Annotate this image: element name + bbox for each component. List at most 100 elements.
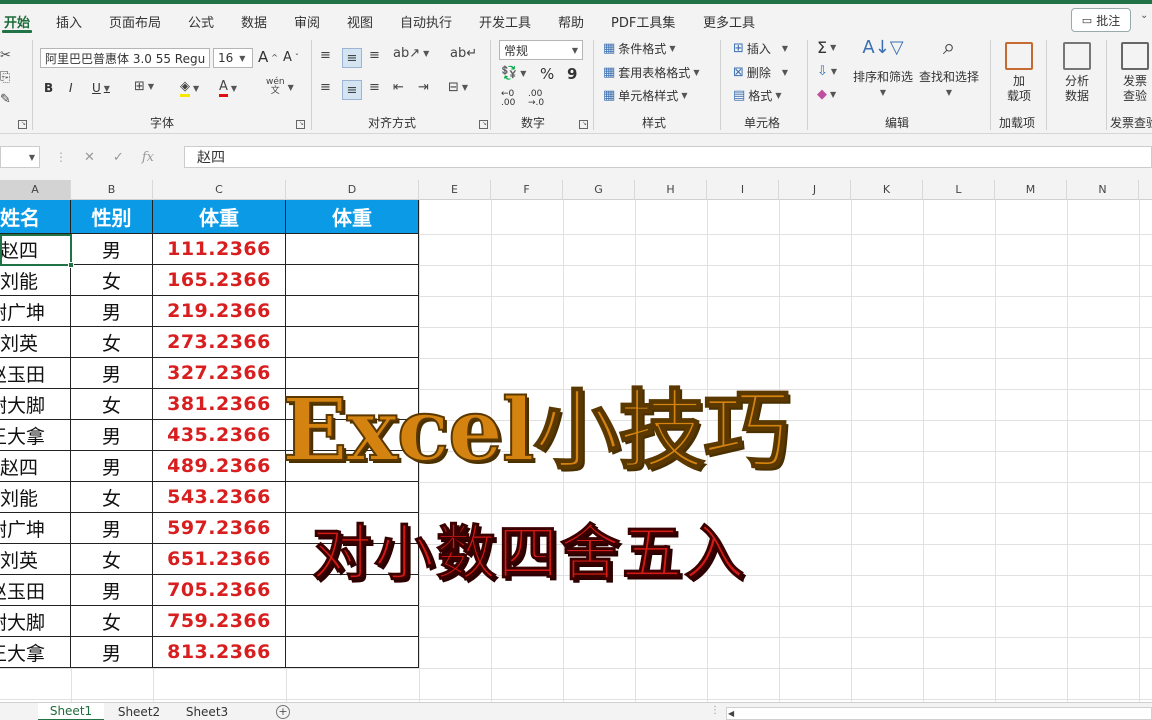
cell-gender[interactable]: 男 xyxy=(71,358,153,389)
column-header-i[interactable]: I xyxy=(707,180,779,200)
tab-more-tools[interactable]: 更多工具 xyxy=(703,12,755,31)
cell-name[interactable]: 谢广坤 xyxy=(0,513,71,544)
alignment-launcher-icon[interactable]: ↘ xyxy=(479,120,488,129)
decrease-indent-icon[interactable]: ⇤ xyxy=(393,80,404,95)
increase-decimal-icon[interactable]: ←0.00 xyxy=(501,90,515,108)
borders-icon[interactable]: ⊞ ▼ xyxy=(134,79,154,94)
invoice-check-button[interactable]: 发票 查验 xyxy=(1113,42,1152,104)
percent-style-icon[interactable]: % xyxy=(540,65,554,83)
sort-filter-button[interactable]: A↓▽ 排序和筛选 ▼ xyxy=(852,39,914,100)
format-painter-icon[interactable]: ✎ xyxy=(0,92,11,107)
font-size-select[interactable]: 16 ▼ xyxy=(213,48,253,68)
confirm-entry-icon[interactable]: ✓ xyxy=(113,150,124,165)
tab-insert[interactable]: 插入 xyxy=(56,12,82,31)
column-header-l[interactable]: L xyxy=(923,180,995,200)
accounting-format-icon[interactable]: 💱 ▼ xyxy=(501,66,526,81)
cell-name[interactable]: 王大拿 xyxy=(0,420,71,451)
cell-weight[interactable]: 597.2366 xyxy=(153,513,286,544)
cell-name[interactable]: 刘能 xyxy=(0,482,71,513)
underline-icon[interactable]: U ▼ xyxy=(92,81,110,95)
cell-weight[interactable]: 435.2366 xyxy=(153,420,286,451)
phonetic-guide-icon[interactable]: wén 文 ▼ xyxy=(266,78,294,96)
clear-icon[interactable]: ◆ ▼ xyxy=(817,87,836,102)
tab-automate[interactable]: 自动执行 xyxy=(400,12,452,31)
grow-font-button[interactable]: A ^ xyxy=(258,48,278,66)
cell-weight[interactable]: 327.2366 xyxy=(153,358,286,389)
delete-cells-button[interactable]: ⊠ 删除 ▼ xyxy=(733,64,788,81)
cell-weight[interactable]: 273.2366 xyxy=(153,327,286,358)
scroll-left-icon[interactable]: ◀ xyxy=(728,707,738,720)
align-center-icon[interactable]: ≡ xyxy=(342,80,362,100)
column-header-c[interactable]: C xyxy=(153,180,286,200)
cell-name[interactable]: 赵四 xyxy=(0,234,71,265)
cancel-entry-icon[interactable]: ✕ xyxy=(84,150,95,165)
tab-view[interactable]: 视图 xyxy=(347,12,373,31)
cell-gender[interactable]: 女 xyxy=(71,482,153,513)
cell-gender[interactable]: 男 xyxy=(71,513,153,544)
increase-indent-icon[interactable]: ⇥ xyxy=(418,80,429,95)
cut-icon[interactable]: ✂ xyxy=(0,48,11,63)
cell-weight[interactable]: 543.2366 xyxy=(153,482,286,513)
cell-weight[interactable]: 165.2366 xyxy=(153,265,286,296)
cell-weight[interactable]: 813.2366 xyxy=(153,637,286,668)
cell-name[interactable]: 赵玉田 xyxy=(0,575,71,606)
autosum-icon[interactable]: Σ ▼ xyxy=(817,38,836,57)
sheet-tab-1[interactable]: Sheet1 xyxy=(38,703,104,720)
cell-gender[interactable]: 男 xyxy=(71,637,153,668)
sheet-tab-2[interactable]: Sheet2 xyxy=(106,703,172,720)
format-cells-button[interactable]: ▤ 格式 ▼ xyxy=(733,87,781,104)
addins-button[interactable]: 加 载项 xyxy=(998,42,1040,104)
cell-weight-rounded[interactable] xyxy=(286,234,419,265)
merge-center-icon[interactable]: ⊟ ▼ xyxy=(448,80,468,95)
cell-name[interactable]: 刘英 xyxy=(0,327,71,358)
cell-weight-rounded[interactable] xyxy=(286,265,419,296)
align-top-icon[interactable]: ≡ xyxy=(320,48,331,63)
cell-name[interactable]: 刘能 xyxy=(0,265,71,296)
tab-formulas[interactable]: 公式 xyxy=(188,12,214,31)
cell-weight[interactable]: 381.2366 xyxy=(153,389,286,420)
tab-help[interactable]: 帮助 xyxy=(558,12,584,31)
cell-weight[interactable]: 111.2366 xyxy=(153,234,286,265)
formula-input[interactable]: 赵四 xyxy=(184,146,1152,168)
insert-cells-button[interactable]: ⊞ 插入 ▼ xyxy=(733,40,788,57)
analyze-data-button[interactable]: 分析 数据 xyxy=(1055,42,1099,104)
split-grip-icon[interactable]: ⋮ xyxy=(710,705,720,716)
cell-name[interactable]: 谢广坤 xyxy=(0,296,71,327)
format-as-table-button[interactable]: ▦ 套用表格格式 ▼ xyxy=(603,64,699,81)
horizontal-scrollbar[interactable] xyxy=(726,707,1152,720)
comments-button[interactable]: ▭ 批注 xyxy=(1071,8,1131,32)
cell-gender[interactable]: 男 xyxy=(71,420,153,451)
fill-color-icon[interactable]: ◈ ▼ xyxy=(180,79,199,97)
cell-gender[interactable]: 男 xyxy=(71,296,153,327)
tab-developer[interactable]: 开发工具 xyxy=(479,12,531,31)
cell-weight-rounded[interactable] xyxy=(286,327,419,358)
tab-page-layout[interactable]: 页面布局 xyxy=(109,12,161,31)
cell-name[interactable]: 赵四 xyxy=(0,451,71,482)
cell-styles-button[interactable]: ▦ 单元格样式 ▼ xyxy=(603,87,687,104)
align-bottom-icon[interactable]: ≡ xyxy=(369,48,380,63)
fill-icon[interactable]: ⇩ ▼ xyxy=(817,64,837,79)
column-header-b[interactable]: B xyxy=(71,180,153,200)
copy-icon[interactable]: ⎘ xyxy=(0,70,10,85)
cell-weight-rounded[interactable] xyxy=(286,296,419,327)
align-middle-icon[interactable]: ≡ xyxy=(342,48,362,68)
tab-home[interactable]: 开始 xyxy=(4,12,30,31)
cell-gender[interactable]: 男 xyxy=(71,451,153,482)
font-name-select[interactable]: 阿里巴巴普惠体 3.0 55 Regu xyxy=(40,48,210,68)
font-launcher-icon[interactable]: ↘ xyxy=(296,120,305,129)
find-select-button[interactable]: ⌕ 查找和选择 ▼ xyxy=(918,37,980,100)
cell-weight[interactable]: 219.2366 xyxy=(153,296,286,327)
sheet-tab-3[interactable]: Sheet3 xyxy=(174,703,240,720)
font-color-icon[interactable]: A ▼ xyxy=(219,79,237,97)
header-weight[interactable]: 体重 xyxy=(153,200,286,234)
column-header-n[interactable]: N xyxy=(1067,180,1139,200)
conditional-format-button[interactable]: ▦ 条件格式 ▼ xyxy=(603,40,675,57)
cell-name[interactable]: 谢大脚 xyxy=(0,389,71,420)
tab-review[interactable]: 审阅 xyxy=(294,12,320,31)
orientation-icon[interactable]: ab↗ ▼ xyxy=(393,46,429,61)
decrease-decimal-icon[interactable]: .00 →.0 xyxy=(528,90,544,108)
cell-weight[interactable]: 759.2366 xyxy=(153,606,286,637)
name-box[interactable]: ▼ xyxy=(0,146,40,168)
cell-name[interactable]: 谢大脚 xyxy=(0,606,71,637)
align-left-icon[interactable]: ≡ xyxy=(320,80,331,95)
